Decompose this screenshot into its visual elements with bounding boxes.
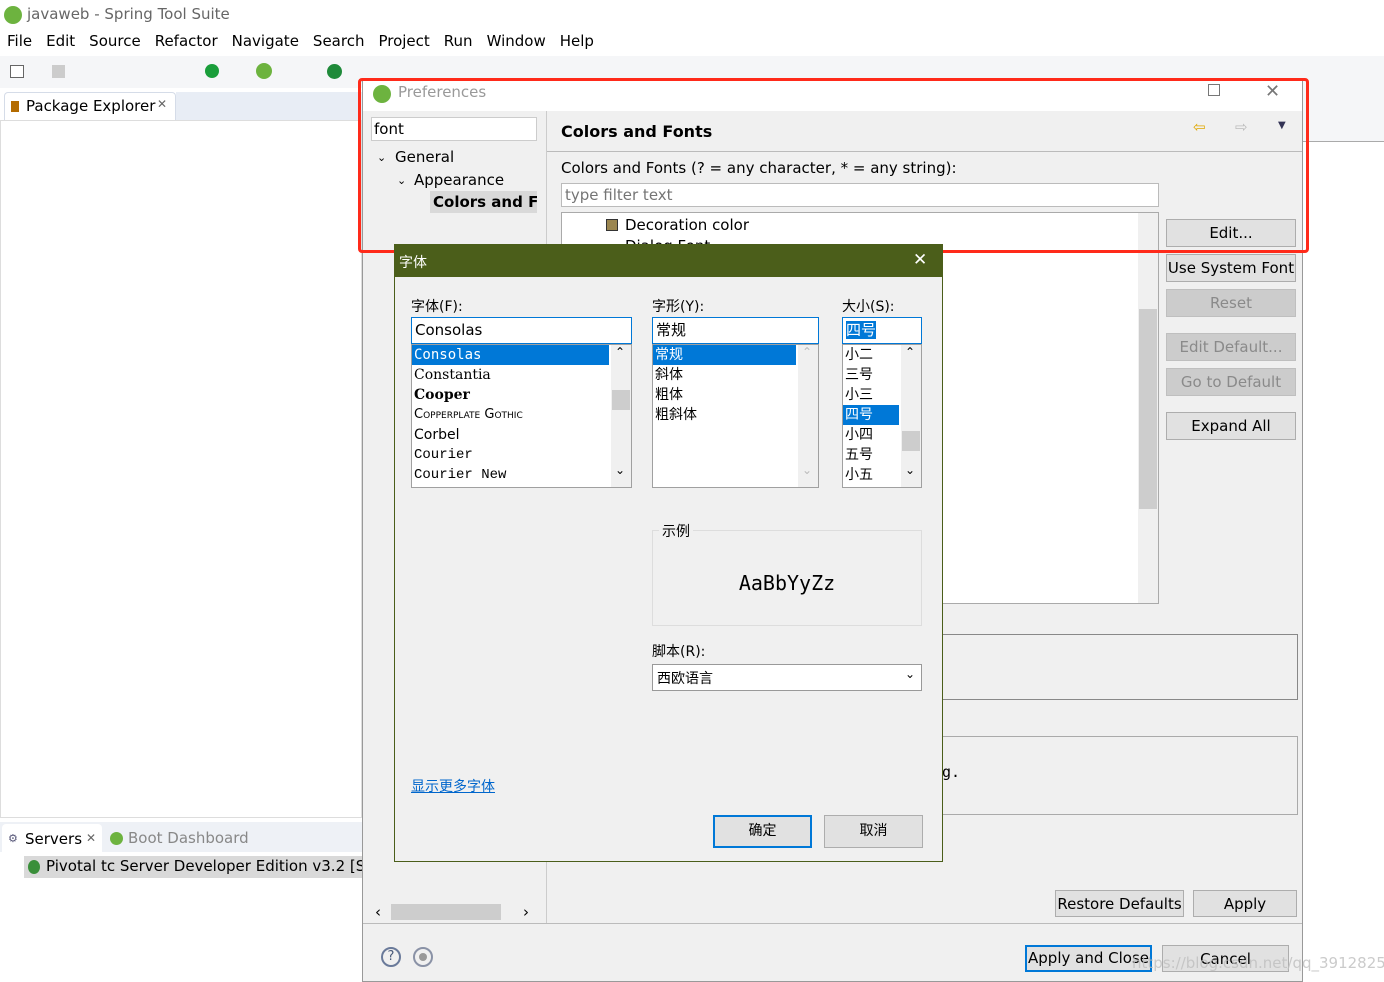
ok-button[interactable]: 确定: [713, 815, 812, 848]
font-dialog-title: 字体: [399, 255, 427, 271]
boot-dashboard-icon: [110, 832, 123, 845]
highlight-rectangle: [358, 78, 1309, 253]
style-option[interactable]: 粗斜体: [653, 405, 818, 425]
chevron-down-icon: ⌄: [905, 667, 916, 681]
package-explorer-label: Package Explorer: [26, 97, 156, 115]
close-tab-icon[interactable]: ✕: [157, 97, 167, 111]
run-icon[interactable]: [327, 64, 342, 79]
style-input[interactable]: 常规: [652, 317, 819, 344]
save-icon[interactable]: [52, 65, 65, 78]
close-tab-icon[interactable]: ✕: [86, 831, 96, 845]
use-system-font-button[interactable]: Use System Font: [1166, 254, 1296, 282]
menu-source[interactable]: Source: [89, 30, 141, 54]
menu-bar: File Edit Source Refactor Navigate Searc…: [0, 30, 1384, 54]
menu-project[interactable]: Project: [378, 30, 429, 54]
expand-all-button[interactable]: Expand All: [1166, 412, 1296, 440]
style-option[interactable]: 斜体: [653, 365, 818, 385]
script-select[interactable]: 西欧语言 ⌄: [652, 664, 922, 691]
sample-text: AaBbYyZz: [738, 571, 836, 595]
style-option[interactable]: 常规: [653, 345, 796, 365]
size-list-scrollbar[interactable]: ⌃ ⌄: [901, 345, 921, 487]
server-label: Pivotal tc Server Developer Edition v3.2…: [46, 857, 372, 875]
package-explorer-tab[interactable]: Package Explorer ✕: [4, 92, 176, 120]
menu-help[interactable]: Help: [560, 30, 594, 54]
description-box: [923, 634, 1298, 700]
menu-edit[interactable]: Edit: [46, 30, 75, 54]
sample-label: 示例: [659, 521, 693, 541]
menu-navigate[interactable]: Navigate: [232, 30, 299, 54]
size-input-value: 四号: [846, 321, 877, 339]
font-list[interactable]: Consolas Constantia Cooper Copperplate G…: [411, 344, 632, 488]
style-option[interactable]: 粗体: [653, 385, 818, 405]
show-more-fonts-link[interactable]: 显示更多字体: [411, 776, 495, 796]
font-dialog: 字体 ✕ 字体(F): Consolas Consolas Constantia…: [394, 244, 943, 862]
menu-search[interactable]: Search: [313, 30, 365, 54]
script-label: 脚本(R):: [652, 644, 706, 660]
script-value: 西欧语言: [657, 671, 713, 687]
package-explorer-toolbar-bg: [176, 92, 362, 120]
spring-boot-icon[interactable]: [205, 64, 219, 78]
size-list[interactable]: 小二 三号 小三 四号 小四 五号 小五 ⌃ ⌄: [842, 344, 922, 488]
restore-defaults-button[interactable]: Restore Defaults: [1055, 890, 1184, 917]
preview-text: g.: [942, 763, 961, 781]
spring-icon[interactable]: [256, 63, 272, 79]
edit-default-button[interactable]: Edit Default...: [1166, 333, 1296, 361]
horizontal-scrollbar[interactable]: ‹ ›: [371, 903, 537, 921]
menu-file[interactable]: File: [7, 30, 32, 54]
font-option[interactable]: Consolas: [412, 345, 609, 365]
new-icon[interactable]: [10, 65, 24, 78]
font-label: 字体(F):: [411, 299, 463, 315]
menu-run[interactable]: Run: [444, 30, 473, 54]
font-list-scrollbar[interactable]: ⌃ ⌄: [611, 345, 631, 487]
vertical-scrollbar[interactable]: [1138, 213, 1158, 603]
app-title-bar: javaweb - Spring Tool Suite: [0, 0, 1384, 28]
font-dialog-title-bar: 字体 ✕: [395, 245, 942, 277]
go-to-default-button[interactable]: Go to Default: [1166, 368, 1296, 396]
style-list-scrollbar[interactable]: ⌃ ⌄: [798, 345, 818, 487]
servers-icon: ⚙: [8, 832, 18, 845]
size-option[interactable]: 四号: [843, 405, 899, 425]
apply-button[interactable]: Apply: [1193, 890, 1297, 917]
preview-box: g.: [923, 736, 1298, 815]
font-option[interactable]: Constantia: [412, 365, 631, 385]
font-option[interactable]: Corbel: [412, 425, 631, 445]
font-option[interactable]: Copperplate Gothic: [412, 405, 631, 425]
right-view-strip: [1302, 88, 1384, 142]
help-icon[interactable]: ?: [381, 947, 401, 967]
sample-box: AaBbYyZz: [652, 530, 922, 626]
window-title: javaweb - Spring Tool Suite: [27, 5, 230, 23]
font-option[interactable]: Courier New: [412, 465, 631, 485]
package-explorer-panel: [0, 120, 362, 818]
watermark: https://blog.csdn.net/qq_39128254: [1132, 954, 1384, 972]
import-export-icon[interactable]: [413, 947, 433, 967]
menu-refactor[interactable]: Refactor: [155, 30, 218, 54]
spring-logo-icon: [4, 6, 22, 24]
size-input[interactable]: 四号: [842, 317, 922, 344]
menu-window[interactable]: Window: [487, 30, 546, 54]
reset-button[interactable]: Reset: [1166, 289, 1296, 317]
boot-dashboard-tab[interactable]: Boot Dashboard: [128, 829, 249, 847]
font-input[interactable]: Consolas: [411, 317, 632, 344]
servers-view: ⚙ Servers ✕ Boot Dashboard Pivotal tc Se…: [0, 822, 371, 982]
close-icon[interactable]: ✕: [913, 250, 927, 270]
font-cancel-button[interactable]: 取消: [824, 815, 923, 848]
style-list[interactable]: 常规 斜体 粗体 粗斜体 ⌃ ⌄: [652, 344, 819, 488]
servers-label: Servers: [25, 830, 83, 848]
server-row[interactable]: Pivotal tc Server Developer Edition v3.2…: [24, 856, 371, 878]
size-label: 大小(S):: [842, 299, 895, 315]
server-icon: [28, 860, 40, 874]
font-option[interactable]: Courier: [412, 445, 631, 465]
package-icon: [11, 101, 19, 112]
style-label: 字形(Y):: [652, 299, 705, 315]
font-option[interactable]: Cooper: [412, 385, 631, 405]
servers-tab[interactable]: ⚙ Servers ✕: [2, 824, 102, 852]
footer-divider: [363, 923, 1302, 924]
